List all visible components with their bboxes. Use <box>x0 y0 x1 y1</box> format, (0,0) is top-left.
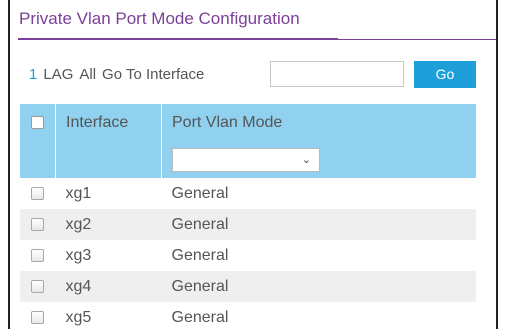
select-all-cell <box>20 104 56 142</box>
lag-link[interactable]: LAG <box>43 66 73 83</box>
row-interface: xg4 <box>55 271 162 302</box>
filter-empty-cell <box>20 142 56 178</box>
filter-mode-cell: ⌄ <box>161 142 476 178</box>
column-header-interface[interactable]: Interface <box>55 104 162 142</box>
row-port-vlan-mode: General <box>161 240 476 271</box>
all-link[interactable]: All <box>79 66 96 83</box>
port-mode-table: Interface Port Vlan Mode ⌄ xg1 General x… <box>20 104 476 333</box>
row-port-vlan-mode: General <box>161 209 476 240</box>
page-link-1[interactable]: 1 <box>29 66 37 83</box>
row-port-vlan-mode: General <box>161 302 476 333</box>
row-checkbox[interactable] <box>31 248 45 262</box>
row-checkbox[interactable] <box>31 217 45 231</box>
row-port-vlan-mode: General <box>161 271 476 302</box>
row-interface: xg5 <box>55 302 162 333</box>
table-header-row: Interface Port Vlan Mode <box>20 104 476 142</box>
table-row[interactable]: xg5 General <box>20 302 476 333</box>
row-port-vlan-mode: General <box>161 178 476 209</box>
port-vlan-mode-select[interactable]: ⌄ <box>172 148 320 172</box>
select-all-checkbox[interactable] <box>31 116 44 130</box>
goto-interface-label: Go To Interface <box>102 66 205 83</box>
row-checkbox[interactable] <box>31 310 45 324</box>
table-row[interactable]: xg1 General <box>20 178 476 209</box>
row-interface: xg3 <box>55 240 162 271</box>
interface-nav: 1 LAG All Go To Interface <box>29 66 210 83</box>
goto-interface-input[interactable] <box>270 61 404 87</box>
table-filter-row: ⌄ <box>20 142 476 178</box>
table-row[interactable]: xg3 General <box>20 240 476 271</box>
row-interface: xg1 <box>55 178 162 209</box>
filter-interface-cell <box>55 142 162 178</box>
table-row[interactable]: xg2 General <box>20 209 476 240</box>
row-checkbox[interactable] <box>31 279 45 293</box>
row-checkbox[interactable] <box>31 186 45 200</box>
title-underline <box>18 38 338 40</box>
page-title: Private Vlan Port Mode Configuration <box>19 9 300 28</box>
column-header-port-vlan-mode[interactable]: Port Vlan Mode <box>161 104 476 142</box>
go-button[interactable]: Go <box>414 61 476 88</box>
row-interface: xg2 <box>55 209 162 240</box>
table-row[interactable]: xg4 General <box>20 271 476 302</box>
chevron-down-icon: ⌄ <box>301 154 311 166</box>
title-divider <box>338 39 496 40</box>
